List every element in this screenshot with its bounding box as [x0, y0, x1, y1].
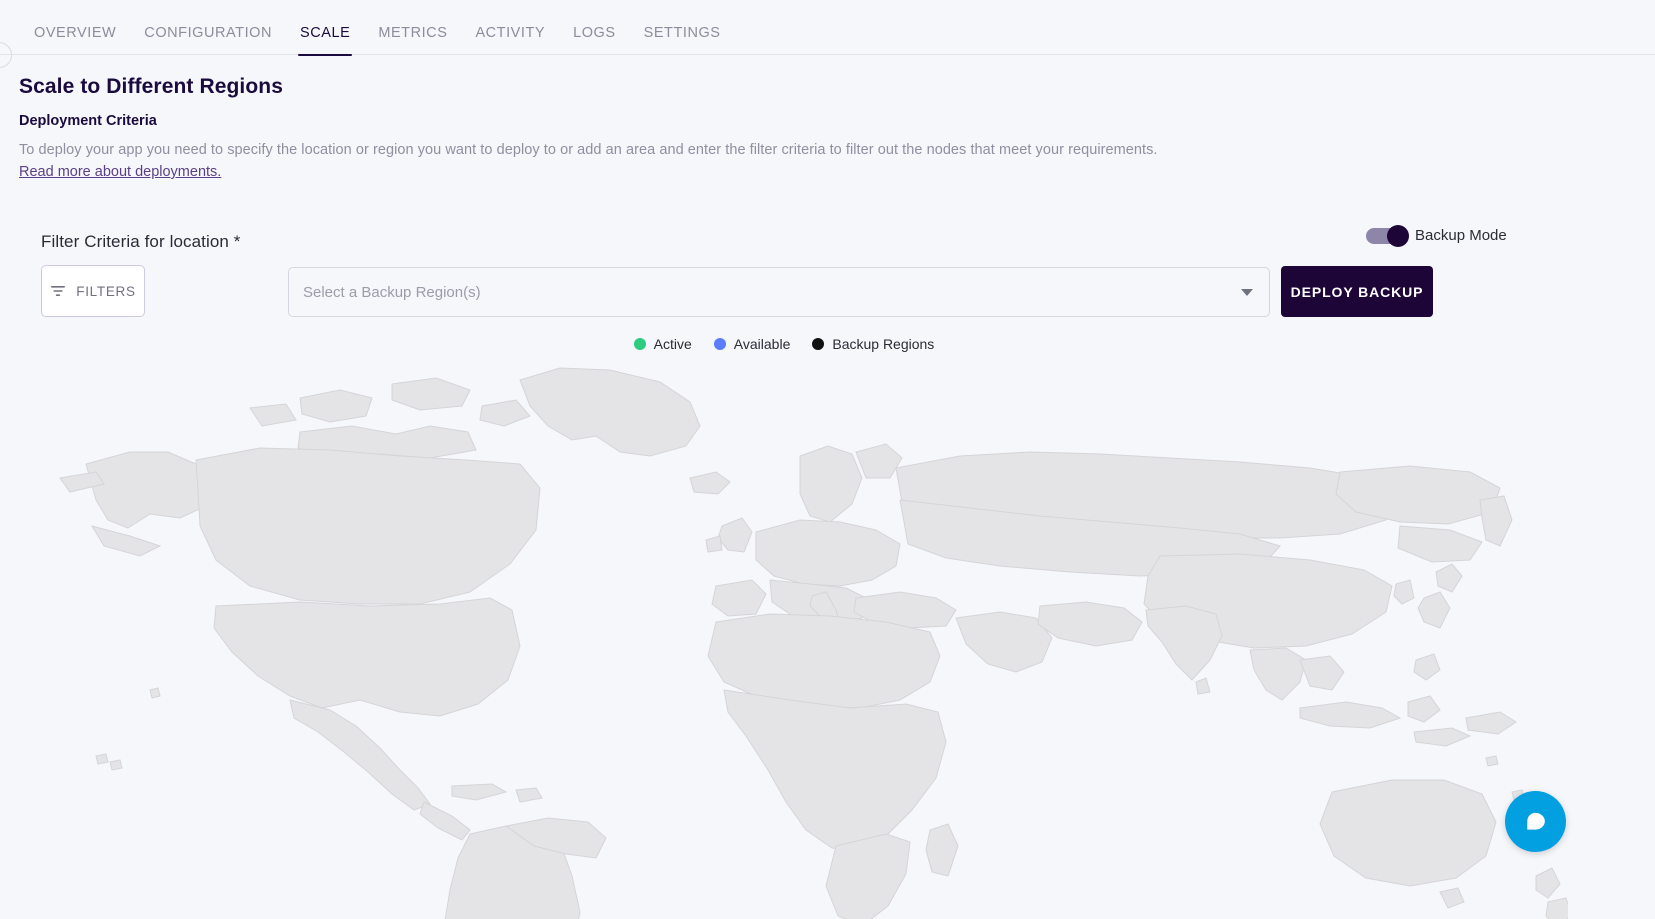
- page-title: Scale to Different Regions: [19, 75, 283, 99]
- filter-criteria-label: Filter Criteria for location *: [41, 232, 241, 252]
- tab-list: OVERVIEW CONFIGURATION SCALE METRICS ACT…: [0, 0, 1655, 55]
- map-landmasses: [60, 368, 1568, 919]
- read-more-link[interactable]: Read more about deployments.: [19, 164, 221, 180]
- legend-label-backup-regions: Backup Regions: [832, 336, 934, 352]
- tab-logs[interactable]: LOGS: [559, 25, 630, 55]
- legend-dot-backup-regions: [812, 338, 824, 350]
- filter-lines-icon: [50, 284, 66, 298]
- deploy-backup-button[interactable]: DEPLOY BACKUP: [1281, 266, 1433, 317]
- backup-mode-toggle-group[interactable]: Backup Mode: [1366, 227, 1507, 244]
- tab-overview[interactable]: OVERVIEW: [20, 25, 130, 55]
- backup-region-select[interactable]: Select a Backup Region(s): [288, 267, 1270, 317]
- chat-widget-button[interactable]: [1505, 791, 1566, 852]
- world-map[interactable]: India, Mumbai: [0, 362, 1568, 919]
- tab-bar: OVERVIEW CONFIGURATION SCALE METRICS ACT…: [0, 0, 1655, 55]
- chat-bubble-icon: [1523, 809, 1549, 835]
- tab-activity[interactable]: ACTIVITY: [461, 25, 559, 55]
- filters-button[interactable]: FILTERS: [41, 265, 145, 317]
- legend-item-active: Active: [634, 336, 692, 352]
- filters-button-label: FILTERS: [76, 284, 135, 299]
- toggle-knob: [1387, 225, 1409, 247]
- legend-label-available: Available: [734, 336, 791, 352]
- map-legend: Active Available Backup Regions: [0, 336, 1568, 352]
- legend-label-active: Active: [654, 336, 692, 352]
- legend-dot-available: [714, 338, 726, 350]
- tab-metrics[interactable]: METRICS: [364, 25, 461, 55]
- backup-mode-label: Backup Mode: [1415, 227, 1507, 244]
- legend-item-backup-regions: Backup Regions: [812, 336, 934, 352]
- section-subtitle: Deployment Criteria: [19, 113, 157, 129]
- world-map-svg: [0, 362, 1568, 919]
- tab-settings[interactable]: SETTINGS: [630, 25, 735, 55]
- tab-scale[interactable]: SCALE: [286, 25, 364, 55]
- backup-region-placeholder: Select a Backup Region(s): [289, 284, 1241, 301]
- chevron-down-icon[interactable]: [1241, 289, 1253, 296]
- page-description: To deploy your app you need to specify t…: [19, 142, 1158, 158]
- legend-item-available: Available: [714, 336, 791, 352]
- backup-mode-toggle[interactable]: [1366, 228, 1406, 244]
- legend-dot-active: [634, 338, 646, 350]
- tab-configuration[interactable]: CONFIGURATION: [130, 25, 286, 55]
- scale-regions-page: OVERVIEW CONFIGURATION SCALE METRICS ACT…: [0, 0, 1655, 919]
